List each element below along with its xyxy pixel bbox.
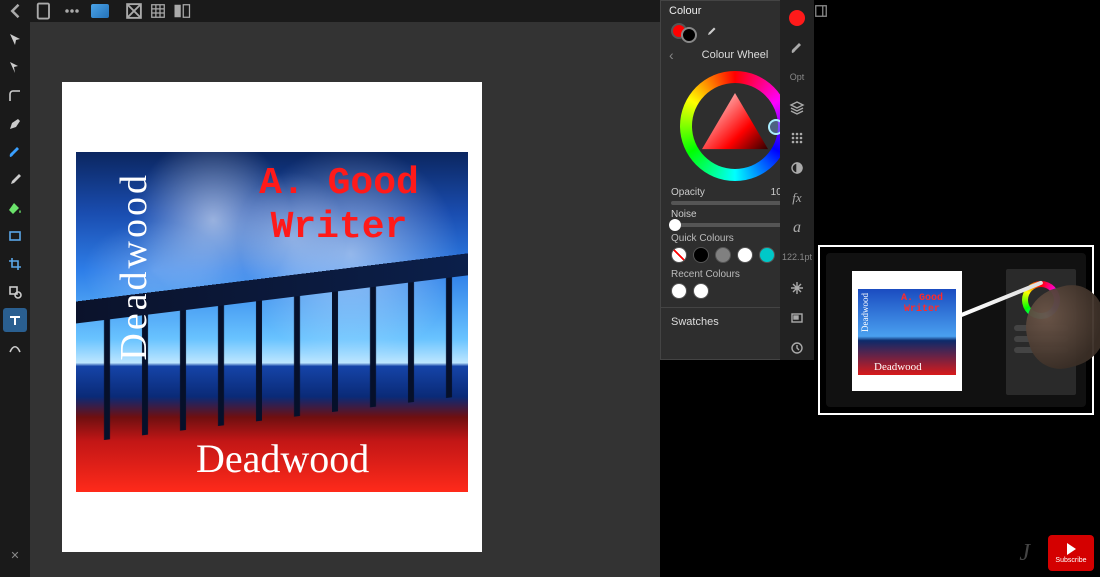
subscribe-label: Subscribe [1055,557,1086,564]
colour-panel-title: Colour [669,5,701,17]
pip-tablet: Deadwood A. Good Writer Deadwood [826,253,1086,407]
vector-brush-tool[interactable] [3,336,27,360]
swatches-label: Swatches [671,316,719,328]
current-colour-dot[interactable] [784,6,810,30]
quick-colour-chip[interactable] [737,247,753,263]
title-vertical-text[interactable]: Deadwood [112,172,156,361]
fx-icon[interactable]: fx [784,186,810,210]
move-tool[interactable] [3,28,27,52]
recent-colour-chip[interactable] [693,283,709,299]
picker-prev-icon[interactable]: ‹ [669,47,674,63]
canvas-stage[interactable]: Deadwood A. Good Writer Deadwood [30,22,660,577]
transform-icon[interactable] [784,276,810,300]
document-page[interactable]: Deadwood A. Good Writer Deadwood [62,82,482,552]
eyedropper-icon[interactable] [705,26,717,41]
layers-icon[interactable] [784,96,810,120]
text-styles-icon[interactable]: a [784,216,810,240]
options-label[interactable]: Opt [784,66,810,90]
collapse-tools-icon[interactable]: ✕ [3,543,27,567]
document-icon[interactable] [34,2,54,20]
recent-colour-chip[interactable] [671,283,687,299]
history-icon[interactable] [784,336,810,360]
quick-colour-chip[interactable] [715,247,731,263]
fill-tool[interactable] [3,196,27,220]
back-icon[interactable] [6,2,26,20]
brush-icon[interactable] [784,36,810,60]
colour-wheel[interactable] [680,71,790,181]
font-size-readout: 122.1pt [784,246,810,270]
crop-tool[interactable] [3,252,27,276]
studio-strip: Opt fx a 122.1pt [780,0,814,360]
quick-colour-chip[interactable] [693,247,709,263]
secondary-colour-swatch[interactable] [681,27,697,43]
shapes-tool[interactable] [3,280,27,304]
pen-tool[interactable] [3,112,27,136]
subscribe-button[interactable]: Subscribe [1048,535,1094,571]
pip-author-text: A. Good Writer [892,293,952,315]
overlay-mode-icon[interactable] [124,2,144,20]
pip-document: Deadwood A. Good Writer Deadwood [852,271,962,391]
play-icon [1067,543,1076,555]
eyedropper-tool[interactable] [3,168,27,192]
quick-colour-chip[interactable] [759,247,775,263]
more-icon[interactable] [62,2,82,20]
panel-collapse-icon[interactable] [812,2,830,20]
adjustments-icon[interactable] [784,156,810,180]
corner-tool[interactable] [3,84,27,108]
node-tool[interactable] [3,56,27,80]
author-text[interactable]: A. Good Writer [234,162,444,249]
rectangle-tool[interactable] [3,224,27,248]
channels-icon[interactable] [784,126,810,150]
colour-swatch-pair[interactable] [671,23,697,43]
picker-mode-label[interactable]: Colour Wheel [702,49,769,61]
watermark-signature: J [1019,540,1030,567]
camera-overlay: Deadwood A. Good Writer Deadwood [818,245,1094,415]
top-toolbar [0,0,660,22]
paintbrush-tool[interactable] [3,140,27,164]
title-horizontal-text[interactable]: Deadwood [196,435,369,482]
artistic-text-tool[interactable] [3,308,27,332]
cover-artwork[interactable]: Deadwood A. Good Writer Deadwood [76,152,468,492]
pip-title-horizontal: Deadwood [874,361,922,373]
opacity-label: Opacity [671,187,705,198]
tool-strip: ✕ [0,22,30,577]
app-badge-icon[interactable] [90,2,110,20]
grid-icon[interactable] [148,2,168,20]
navigator-icon[interactable] [784,306,810,330]
quick-colour-none[interactable] [671,247,687,263]
split-view-icon[interactable] [172,2,192,20]
pip-title-vertical: Deadwood [860,293,870,332]
